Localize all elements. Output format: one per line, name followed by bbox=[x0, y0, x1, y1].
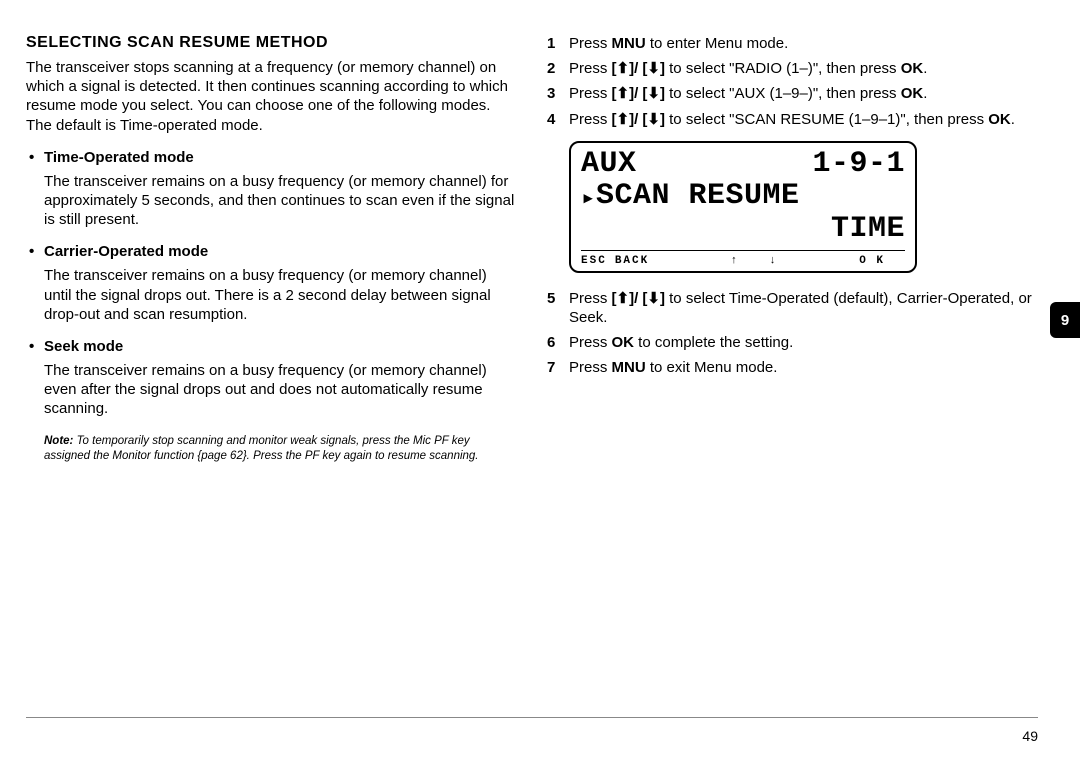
step-3: 3 Press [⬆]/ [⬇] to select "AUX (1–9–)",… bbox=[547, 84, 1038, 103]
step-4: 4 Press [⬆]/ [⬇] to select "SCAN RESUME … bbox=[547, 110, 1038, 129]
mnu-key: MNU bbox=[612, 35, 646, 52]
arrow-keys: [⬆]/ [⬇] bbox=[612, 290, 665, 307]
step-number: 1 bbox=[547, 34, 555, 53]
step-text: Press bbox=[569, 35, 612, 52]
step-7: 7 Press MNU to exit Menu mode. bbox=[547, 358, 1038, 377]
procedure-steps: 1 Press MNU to enter Menu mode. 2 Press … bbox=[547, 34, 1038, 378]
page-number: 49 bbox=[1022, 728, 1038, 744]
step-6: 6 Press OK to complete the setting. bbox=[547, 333, 1038, 352]
step-number: 3 bbox=[547, 84, 555, 103]
step-2: 2 Press [⬆]/ [⬇] to select "RADIO (1–)",… bbox=[547, 59, 1038, 78]
step-1: 1 Press MNU to enter Menu mode. bbox=[547, 34, 1038, 53]
mode-title: Carrier-Operated mode bbox=[44, 243, 517, 260]
ok-key: OK bbox=[988, 111, 1011, 128]
step-text: Press bbox=[569, 85, 612, 102]
step-number: 2 bbox=[547, 59, 555, 78]
mode-title: Seek mode bbox=[44, 338, 517, 355]
step-text: to select "RADIO (1–)", then press bbox=[665, 60, 901, 77]
step-number: 5 bbox=[547, 289, 555, 308]
mode-seek: Seek mode The transceiver remains on a b… bbox=[44, 338, 517, 419]
step-text: to enter Menu mode. bbox=[646, 35, 789, 52]
mode-time-operated: Time-Operated mode The transceiver remai… bbox=[44, 149, 517, 230]
step-text: Press bbox=[569, 60, 612, 77]
left-column: SELECTING SCAN RESUME METHOD The transce… bbox=[26, 34, 517, 700]
step-text: . bbox=[923, 60, 927, 77]
step-text: . bbox=[1011, 111, 1015, 128]
lcd-cursor-icon bbox=[581, 179, 596, 213]
section-tab: 9 bbox=[1050, 302, 1080, 338]
step-text: to select "SCAN RESUME (1–9–1)", then pr… bbox=[665, 111, 988, 128]
lcd-softkey-row: ESC BACK ↑ ↓ O K bbox=[581, 250, 905, 267]
lcd-illustration: AUX 1-9-1 SCAN RESUME TIME ESC BACK ↑ bbox=[569, 141, 917, 273]
step-text: to complete the setting. bbox=[634, 334, 793, 351]
footer-divider bbox=[26, 717, 1038, 718]
manual-page: SELECTING SCAN RESUME METHOD The transce… bbox=[0, 0, 1080, 700]
step-5: 5 Press [⬆]/ [⬇] to select Time-Operated… bbox=[547, 289, 1038, 327]
step-text: . bbox=[923, 85, 927, 102]
mode-body: The transceiver remains on a busy freque… bbox=[44, 266, 517, 324]
lcd-aux-label: AUX bbox=[581, 149, 637, 179]
step-text: to select "AUX (1–9–)", then press bbox=[665, 85, 901, 102]
mode-list: Time-Operated mode The transceiver remai… bbox=[26, 149, 517, 419]
lcd-screen: AUX 1-9-1 SCAN RESUME TIME ESC BACK ↑ bbox=[569, 141, 917, 273]
ok-key: OK bbox=[901, 85, 924, 102]
step-text: Press bbox=[569, 359, 612, 376]
lcd-esc: ESC bbox=[581, 255, 607, 267]
note-label: Note: bbox=[44, 435, 73, 447]
note-block: Note: To temporarily stop scanning and m… bbox=[26, 434, 517, 463]
step-text: Press bbox=[569, 334, 612, 351]
lcd-menu-code: 1-9-1 bbox=[812, 149, 905, 179]
arrow-keys: [⬆]/ [⬇] bbox=[612, 111, 665, 128]
step-text: Press bbox=[569, 290, 612, 307]
mode-body: The transceiver remains on a busy freque… bbox=[44, 172, 517, 230]
mnu-key: MNU bbox=[612, 359, 646, 376]
lcd-line3-text: TIME bbox=[581, 214, 905, 244]
arrow-keys: [⬆]/ [⬇] bbox=[612, 85, 665, 102]
note-body: To temporarily stop scanning and monitor… bbox=[44, 435, 479, 461]
mode-carrier-operated: Carrier-Operated mode The transceiver re… bbox=[44, 243, 517, 324]
step-text: Press bbox=[569, 111, 612, 128]
section-heading: SELECTING SCAN RESUME METHOD bbox=[26, 34, 517, 52]
lcd-up-icon: ↑ bbox=[731, 255, 740, 267]
arrow-keys: [⬆]/ [⬇] bbox=[612, 60, 665, 77]
step-number: 6 bbox=[547, 333, 555, 352]
lcd-ok: O K bbox=[859, 255, 885, 267]
mode-body: The transceiver remains on a busy freque… bbox=[44, 361, 517, 419]
mode-title: Time-Operated mode bbox=[44, 149, 517, 166]
step-number: 7 bbox=[547, 358, 555, 377]
ok-key: OK bbox=[901, 60, 924, 77]
ok-key: OK bbox=[612, 334, 635, 351]
right-column: 1 Press MNU to enter Menu mode. 2 Press … bbox=[547, 34, 1038, 700]
intro-paragraph: The transceiver stops scanning at a freq… bbox=[26, 58, 517, 135]
lcd-line2-text: SCAN RESUME bbox=[596, 179, 800, 213]
lcd-down-icon: ↓ bbox=[769, 255, 778, 267]
step-number: 4 bbox=[547, 110, 555, 129]
step-text: to exit Menu mode. bbox=[646, 359, 778, 376]
lcd-back: BACK bbox=[615, 255, 649, 267]
